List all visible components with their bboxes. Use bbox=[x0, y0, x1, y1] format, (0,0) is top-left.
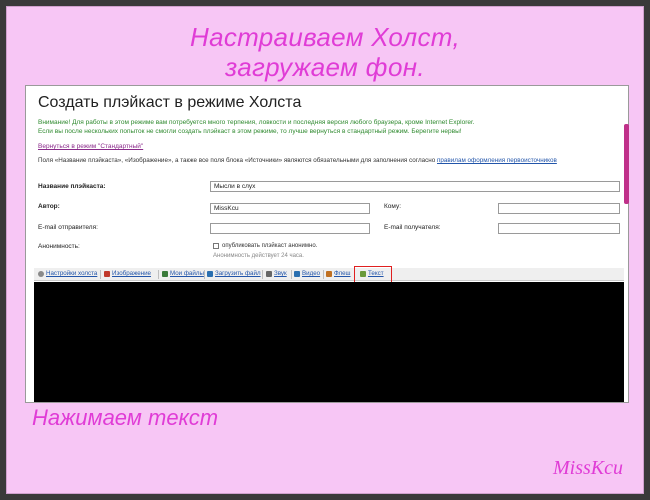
author-input[interactable]: MissKcu bbox=[210, 203, 370, 214]
canvas-toolbar: Настройки холста Изображение Мои файлы З… bbox=[34, 268, 624, 281]
sender-email-input[interactable] bbox=[210, 223, 370, 234]
author-label: Автор: bbox=[38, 203, 60, 210]
to-input[interactable] bbox=[498, 203, 620, 214]
name-label: Название плэйкаста: bbox=[38, 183, 106, 190]
page-title: Создать плэйкаст в режиме Холста bbox=[38, 94, 302, 111]
gear-icon bbox=[38, 270, 44, 277]
toolbar-item-image[interactable]: Изображение bbox=[104, 270, 151, 277]
scrollbar[interactable] bbox=[624, 124, 629, 204]
anonymity-label: Анонимность: bbox=[38, 243, 80, 250]
toolbar-item-label: Настройки холста bbox=[46, 270, 98, 277]
toolbar-divider bbox=[158, 270, 159, 279]
toolbar-item-label: Загрузить файл bbox=[215, 270, 261, 277]
toolbar-item-flash[interactable]: Флеш bbox=[326, 270, 351, 277]
name-input[interactable]: Мысли в слух bbox=[210, 181, 620, 192]
sound-icon bbox=[266, 270, 272, 277]
warning-text: Внимание! Для работы в этом режиме вам п… bbox=[38, 119, 608, 136]
upload-icon bbox=[207, 270, 213, 277]
warning-line-2: Если вы после нескольких попыток не смог… bbox=[38, 127, 462, 135]
toolbar-divider bbox=[291, 270, 292, 279]
canvas-area[interactable] bbox=[34, 282, 624, 402]
toolbar-item-sound[interactable]: Звук bbox=[266, 270, 287, 277]
tutorial-caption: Нажимаем текст bbox=[32, 405, 219, 430]
required-fields-note: Поля «Название плэйкаста», «Изображение»… bbox=[38, 157, 557, 164]
recipient-email-input[interactable] bbox=[498, 223, 620, 234]
required-note-text: Поля «Название плэйкаста», «Изображение»… bbox=[38, 157, 436, 164]
toolbar-divider bbox=[262, 270, 263, 279]
author-signature: MissKcu bbox=[553, 457, 623, 479]
toolbar-divider bbox=[100, 270, 101, 279]
anonymity-note: Анонимность действует 24 часа. bbox=[213, 253, 304, 259]
back-to-standard-link[interactable]: Вернуться в режим "Стандартный" bbox=[38, 143, 143, 150]
tutorial-title-line-1: Настраиваем Холст, bbox=[190, 22, 460, 52]
anonymity-checkbox-label: опубликовать плэйкаст анонимно. bbox=[222, 243, 318, 249]
warning-line-1: Внимание! Для работы в этом режиме вам п… bbox=[38, 119, 475, 126]
image-icon bbox=[104, 270, 110, 277]
rules-link[interactable]: правилам оформления первоисточников bbox=[437, 157, 557, 164]
toolbar-item-my-files[interactable]: Мои файлы bbox=[162, 270, 204, 277]
folder-icon bbox=[162, 270, 168, 277]
video-icon bbox=[294, 270, 300, 277]
tutorial-title-line-2: загружаем фон. bbox=[225, 52, 425, 82]
flash-icon bbox=[326, 270, 332, 277]
sender-email-label: E-mail отправителя: bbox=[38, 224, 98, 231]
toolbar-item-upload-file[interactable]: Загрузить файл bbox=[207, 270, 261, 277]
toolbar-divider bbox=[323, 270, 324, 279]
anonymity-checkbox[interactable] bbox=[213, 243, 219, 249]
toolbar-item-label: Мои файлы bbox=[170, 270, 204, 277]
toolbar-item-label: Изображение bbox=[112, 270, 151, 277]
toolbar-item-label: Флеш bbox=[334, 270, 351, 277]
toolbar-item-label: Видео bbox=[302, 270, 321, 277]
toolbar-item-video[interactable]: Видео bbox=[294, 270, 320, 277]
browser-screenshot: Создать плэйкаст в режиме Холста Внимани… bbox=[25, 85, 629, 403]
text-button-highlight bbox=[354, 266, 392, 283]
recipient-email-label: E-mail получателя: bbox=[384, 224, 441, 231]
toolbar-item-canvas-settings[interactable]: Настройки холста bbox=[38, 270, 97, 277]
to-label: Кому: bbox=[384, 203, 401, 210]
toolbar-divider bbox=[204, 270, 205, 279]
toolbar-item-label: Звук bbox=[274, 270, 287, 277]
